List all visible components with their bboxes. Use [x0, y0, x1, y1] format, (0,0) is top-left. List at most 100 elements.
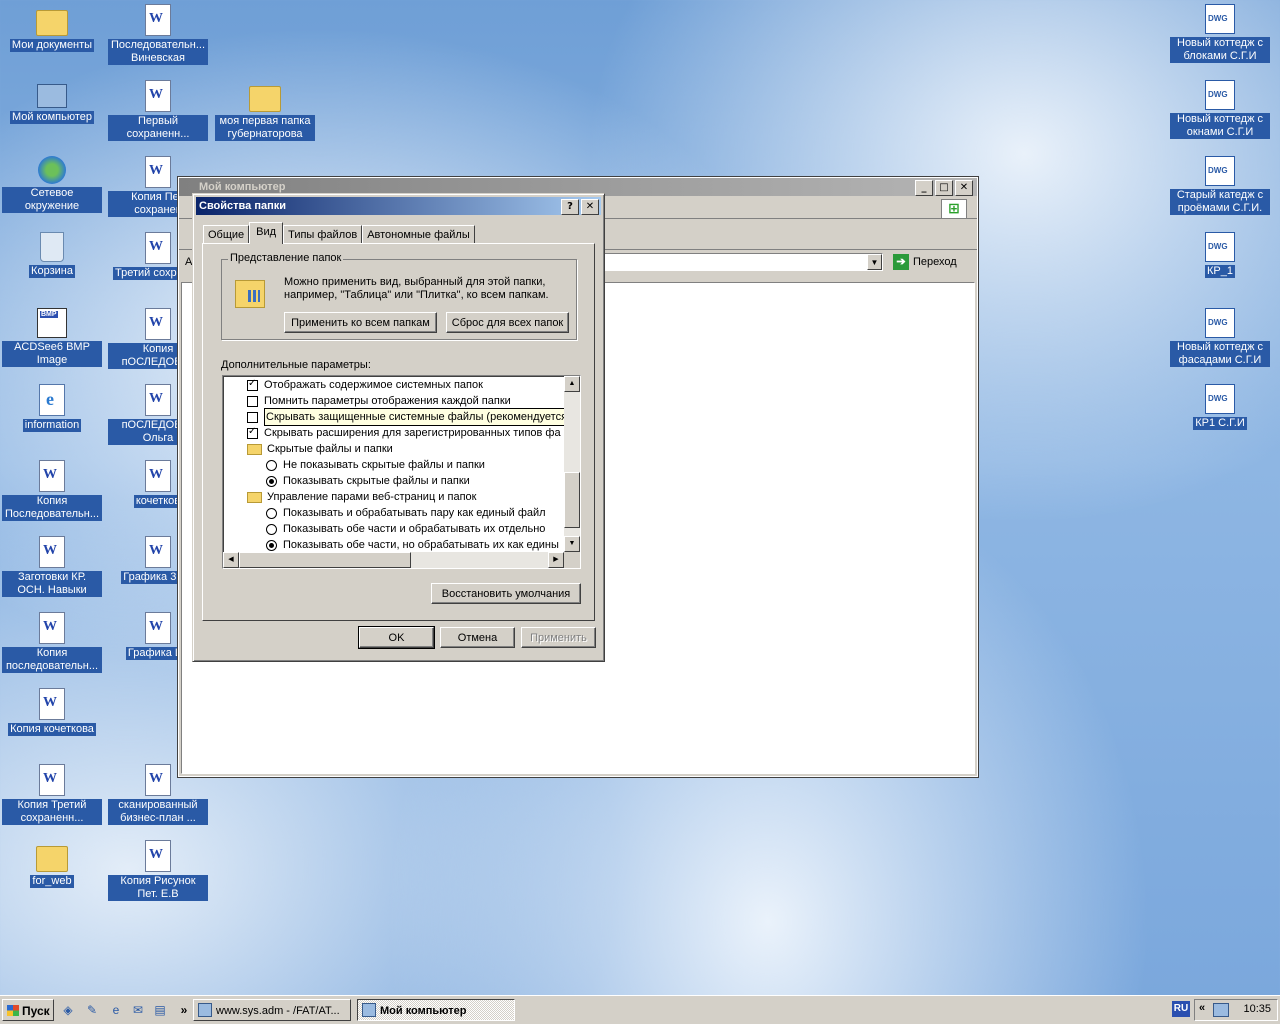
setting-checkbox[interactable]: Помнить параметры отображения каждой пап…	[247, 393, 511, 409]
desktop-icon[interactable]: КР1 С.Г.И	[1170, 384, 1270, 430]
desktop-icon[interactable]: Новый коттедж с блоками С.Г.И	[1170, 4, 1270, 63]
reset-all-folders-button[interactable]: Сброс для всех папок	[446, 312, 569, 333]
desktop-icon[interactable]: Копия Последовательн...	[2, 460, 102, 521]
vertical-scrollbar[interactable]: ▲ ▼	[564, 376, 580, 552]
desktop-icon[interactable]: КР_1	[1170, 232, 1270, 278]
go-button[interactable]: ➔ Переход	[893, 253, 957, 271]
address-input[interactable]: ▼	[599, 253, 883, 271]
desktop-icon[interactable]: information	[2, 384, 102, 432]
word-document-icon	[145, 764, 171, 796]
language-indicator[interactable]: RU	[1172, 1001, 1190, 1017]
show-desktop-icon[interactable]: ◈	[60, 1002, 76, 1018]
tab-0[interactable]: Общие	[203, 225, 250, 244]
desktop-icon[interactable]: Сетевое окружение	[2, 156, 102, 213]
desktop-icon-label: Копия Рисунок Пет. Е.В	[108, 875, 208, 901]
maximize-button[interactable]: □	[935, 180, 953, 196]
setting-radio[interactable]: Показывать и обрабатывать пару как едины…	[266, 505, 546, 521]
my-computer-icon	[37, 84, 67, 108]
horizontal-scrollbar[interactable]: ◀ ▶	[223, 552, 564, 568]
setting-radio[interactable]: Не показывать скрытые файлы и папки	[266, 457, 485, 473]
scroll-left-button[interactable]: ◀	[223, 552, 239, 568]
desktop-icon[interactable]: Копия Рисунок Пет. Е.В	[108, 840, 208, 901]
desktop-icon-label: Старый катедж с проёмами С.Г.И.	[1170, 189, 1270, 215]
notepad-icon[interactable]: ▤	[152, 1002, 168, 1018]
close-button[interactable]: ✕	[955, 180, 973, 196]
desktop-icon[interactable]: Копия Третий сохраненн...	[2, 764, 102, 825]
desktop-icon-label: КР1 С.Г.И	[1193, 417, 1247, 430]
apply-to-all-folders-button[interactable]: Применить ко всем папкам	[284, 312, 437, 333]
desktop-icon[interactable]: Последовательн... Виневская	[108, 4, 208, 65]
clock[interactable]: 10:35	[1243, 1003, 1271, 1015]
vertical-scroll-thumb[interactable]	[564, 472, 580, 528]
start-button[interactable]: Пуск	[2, 999, 54, 1021]
help-button[interactable]: ?	[561, 199, 579, 215]
tab-2[interactable]: Типы файлов	[283, 225, 363, 244]
setting-radio[interactable]: Показывать скрытые файлы и папки	[266, 473, 470, 489]
desktop-icon[interactable]: Копия последовательн...	[2, 612, 102, 673]
folder-icon	[36, 846, 68, 872]
radio-button[interactable]	[266, 475, 277, 487]
scroll-down-button[interactable]: ▼	[564, 536, 580, 552]
setting-checkbox[interactable]: Отображать содержимое системных папок	[247, 377, 483, 393]
scroll-up-button[interactable]: ▲	[564, 376, 580, 392]
tab-3[interactable]: Автономные файлы	[362, 225, 475, 244]
desktop-icon[interactable]: Первый сохраненн...	[108, 80, 208, 141]
checkbox[interactable]	[247, 378, 258, 391]
desktop-icon[interactable]: Мои документы	[2, 4, 102, 52]
desktop-icon[interactable]: Мой компьютер	[2, 80, 102, 124]
checkbox[interactable]	[247, 411, 258, 423]
checkbox[interactable]	[247, 426, 258, 439]
radio-button[interactable]	[266, 523, 277, 535]
internet-explorer-icon[interactable]: e	[108, 1002, 124, 1018]
radio-button[interactable]	[266, 459, 277, 471]
bmp-image-icon	[37, 308, 67, 338]
checkbox[interactable]	[247, 395, 258, 407]
minimize-button[interactable]: _	[915, 180, 933, 196]
restore-defaults-button[interactable]: Восстановить умолчания	[431, 583, 581, 604]
radio-button[interactable]	[266, 539, 277, 551]
my-computer-small-icon	[362, 1003, 376, 1017]
desktop-icon[interactable]: for_web	[2, 840, 102, 888]
desktop-icon[interactable]: Новый коттедж с фасадами С.Г.И	[1170, 308, 1270, 367]
task-ftp-window[interactable]: www.sys.adm - /FAT/AT...	[193, 999, 351, 1021]
quick-launch-chevron[interactable]: »	[176, 1002, 192, 1018]
desktop-icon[interactable]: Старый катедж с проёмами С.Г.И.	[1170, 156, 1270, 215]
desktop-icon[interactable]: Корзина	[2, 232, 102, 278]
dialog-close-button[interactable]: ✕	[581, 199, 599, 215]
dwg-file-icon	[1205, 308, 1235, 338]
horizontal-scroll-thumb[interactable]	[239, 552, 411, 568]
word-document-icon	[39, 460, 65, 492]
my-documents-icon	[36, 10, 68, 36]
network-tray-icon[interactable]	[1213, 1003, 1229, 1017]
advanced-settings-list[interactable]: Показывать обе части, но обрабатывать их…	[222, 375, 581, 569]
setting-checkbox[interactable]: Скрывать защищенные системные файлы (рек…	[247, 408, 573, 426]
desktop-icon[interactable]: Новый коттедж с окнами С.Г.И	[1170, 80, 1270, 139]
desktop-icon-label: сканированный бизнес-план ...	[108, 799, 208, 825]
outlook-express-icon[interactable]: ✉	[130, 1002, 146, 1018]
tray-expand-chevron[interactable]: «	[1199, 1002, 1205, 1014]
windows-logo-icon: ⊞	[941, 199, 967, 219]
dialog-title-bar[interactable]: Свойства папки ? ✕	[196, 197, 601, 215]
desktop-icon[interactable]: ACDSee6 BMP Image	[2, 308, 102, 367]
desktop-icon[interactable]: моя первая папка губернаторова	[215, 80, 315, 141]
tab-strip: Общие Вид Типы файлов Автономные файлы	[203, 222, 475, 244]
setting-radio[interactable]: Показывать обе части и обрабатывать их о…	[266, 521, 545, 537]
scroll-right-button[interactable]: ▶	[548, 552, 564, 568]
ok-button[interactable]: OK	[358, 626, 435, 649]
desktop-icon[interactable]: Копия кочеткова	[2, 688, 102, 736]
go-label: Переход	[913, 256, 957, 268]
radio-button[interactable]	[266, 507, 277, 519]
tab-1[interactable]: Вид	[249, 222, 284, 244]
desktop-icon-label: Копия кочеткова	[8, 723, 96, 736]
address-dropdown-button[interactable]: ▼	[867, 254, 882, 270]
folder-views-description: Можно применить вид, выбранный для этой …	[284, 276, 549, 301]
desktop-icon[interactable]: Заготовки КР. ОСН. Навыки	[2, 536, 102, 597]
apply-button[interactable]: Применить	[521, 627, 596, 648]
setting-radio[interactable]: Показывать обе части, но обрабатывать их…	[266, 537, 559, 553]
setting-checkbox[interactable]: Скрывать расширения для зарегистрированн…	[247, 425, 561, 441]
view-tab-panel: Представление папок Можно применить вид,…	[202, 243, 595, 621]
far-manager-icon[interactable]: ✎	[84, 1002, 100, 1018]
desktop-icon-label: Мои документы	[9, 39, 95, 52]
task-my-computer[interactable]: Мой компьютер	[357, 999, 515, 1021]
cancel-button[interactable]: Отмена	[440, 627, 515, 648]
